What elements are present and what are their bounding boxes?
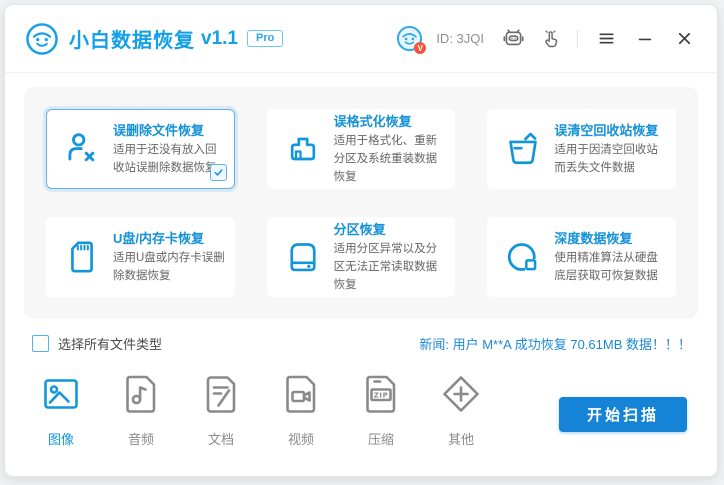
toolbar-separator xyxy=(577,30,578,48)
svg-text:ZIP: ZIP xyxy=(374,392,389,400)
title-bar: 小白数据恢复 v1.1 Pro V ID: 3JQI xyxy=(5,5,717,73)
options-row: 选择所有文件类型 新闻: 用户 M**A 成功恢复 70.61MB 数据！！！ xyxy=(32,334,691,353)
recovery-modes-panel: 误删除文件恢复 适用于还没有放入回收站误删除数据恢复 误格式化恢复 适用于格式化… xyxy=(24,87,698,319)
file-type-label: 视频 xyxy=(278,429,324,448)
card-partition-recovery[interactable]: 分区恢复 适用分区异常以及分区无法正常读取数据恢复 xyxy=(267,217,456,297)
user-avatar[interactable]: V xyxy=(396,25,423,52)
user-id: ID: 3JQI xyxy=(436,31,484,46)
card-title: 误删除文件恢复 xyxy=(113,120,226,139)
file-type-label: 其他 xyxy=(438,429,484,448)
card-deep-scan-recovery[interactable]: 深度数据恢复 使用精准算法从硬盘底层获取可恢复数据 xyxy=(487,217,676,297)
card-desc: 使用精准算法从硬盘底层获取可恢复数据 xyxy=(554,250,667,286)
card-desc: 适用于还没有放入回收站误删除数据恢复 xyxy=(113,142,226,178)
card-desc: 适用U盘或内存卡误删除数据恢复 xyxy=(113,250,226,286)
image-file-icon xyxy=(38,372,84,416)
start-scan-button[interactable]: 开始扫描 xyxy=(559,397,687,432)
card-title: U盘/内存卡恢复 xyxy=(113,228,226,247)
sd-card-icon xyxy=(62,235,102,279)
card-desc: 适用分区异常以及分区无法正常读取数据恢复 xyxy=(334,241,447,294)
format-brush-icon xyxy=(283,127,323,171)
other-file-icon xyxy=(438,372,484,416)
file-type-label: 图像 xyxy=(38,429,84,448)
pro-badge: Pro xyxy=(247,30,283,47)
avatar-v-badge: V xyxy=(414,42,426,54)
card-title: 误格式化恢复 xyxy=(334,111,447,130)
app-window: 小白数据恢复 v1.1 Pro V ID: 3JQI xyxy=(4,4,718,477)
app-version: v1.1 xyxy=(201,28,238,50)
news-ticker: 新闻: 用户 M**A 成功恢复 70.61MB 数据！！！ xyxy=(419,334,691,353)
select-all-checkbox[interactable] xyxy=(32,335,49,352)
card-desc: 适用于因清空回收站而丢失文件数据 xyxy=(554,142,667,178)
card-format-recovery[interactable]: 误格式化恢复 适用于格式化、重新分区及系统重装数据恢复 xyxy=(267,109,456,189)
file-type-zip[interactable]: ZIP 压缩 xyxy=(358,372,404,448)
file-type-audio[interactable]: 音频 xyxy=(118,372,164,448)
card-desc: 适用于格式化、重新分区及系统重装数据恢复 xyxy=(334,133,447,186)
document-file-icon xyxy=(198,372,244,416)
file-type-label: 压缩 xyxy=(358,429,404,448)
video-file-icon xyxy=(278,372,324,416)
menu-button[interactable] xyxy=(593,26,619,52)
card-title: 误清空回收站恢复 xyxy=(554,120,667,139)
select-all-label: 选择所有文件类型 xyxy=(58,334,162,353)
deep-scan-icon xyxy=(503,235,543,279)
hand-click-icon[interactable] xyxy=(538,27,562,51)
file-type-label: 文档 xyxy=(198,429,244,448)
user-x-icon xyxy=(62,127,102,171)
file-type-document[interactable]: 文档 xyxy=(198,372,244,448)
card-title: 深度数据恢复 xyxy=(554,228,667,247)
app-title: 小白数据恢复 xyxy=(69,24,195,53)
card-title: 分区恢复 xyxy=(334,219,447,238)
file-type-image[interactable]: 图像 xyxy=(38,372,84,448)
card-usb-sd-recovery[interactable]: U盘/内存卡恢复 适用U盘或内存卡误删除数据恢复 xyxy=(46,217,235,297)
hard-drive-icon xyxy=(283,235,323,279)
audio-file-icon xyxy=(118,372,164,416)
card-recycle-bin-recovery[interactable]: 误清空回收站恢复 适用于因清空回收站而丢失文件数据 xyxy=(487,109,676,189)
close-button[interactable] xyxy=(671,26,697,52)
robot-icon[interactable] xyxy=(501,27,525,51)
file-type-label: 音频 xyxy=(118,429,164,448)
recycle-bin-icon xyxy=(503,127,543,171)
app-logo-icon xyxy=(25,22,59,56)
file-type-other[interactable]: 其他 xyxy=(438,372,484,448)
zip-file-icon: ZIP xyxy=(358,372,404,416)
minimize-button[interactable] xyxy=(632,26,658,52)
card-selected-checkbox[interactable] xyxy=(210,164,227,181)
file-type-video[interactable]: 视频 xyxy=(278,372,324,448)
card-undelete-file-recovery[interactable]: 误删除文件恢复 适用于还没有放入回收站误删除数据恢复 xyxy=(46,109,235,189)
